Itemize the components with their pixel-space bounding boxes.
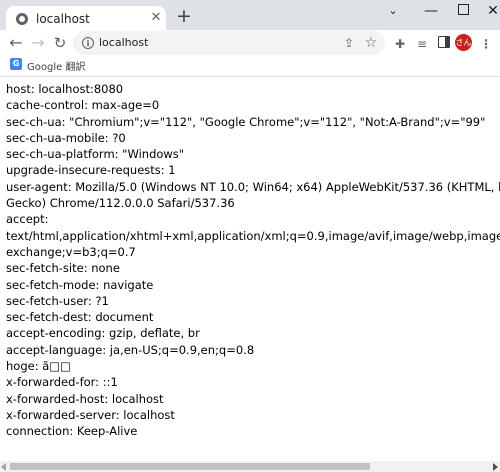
header-line: user-agent: Mozilla/5.0 (Windows NT 10.0… (6, 179, 500, 194)
header-line: sec-fetch-user: ?1 (6, 293, 109, 308)
google-translate-icon: G (10, 58, 22, 70)
header-line: connection: Keep-Alive (6, 424, 138, 439)
header-line: text/html,application/xhtml+xml,applicat… (6, 228, 500, 243)
reload-button[interactable]: ↻ (50, 33, 70, 53)
minimize-button[interactable]: — (414, 0, 448, 26)
tab-strip: localhost ✕ + ⌄ — ✕ (0, 0, 500, 34)
site-info-icon[interactable]: i (82, 37, 94, 49)
tab-title: localhost (36, 12, 90, 26)
headers-text: host: localhost:8080 cache-control: max-… (6, 81, 500, 440)
page-content: host: localhost:8080 cache-control: max-… (0, 77, 500, 461)
header-line: Gecko) Chrome/112.0.0.0 Safari/537.36 (6, 196, 235, 211)
forward-button[interactable]: → (28, 33, 48, 53)
header-line: upgrade-insecure-requests: 1 (6, 163, 176, 178)
header-line: cache-control: max-age=0 (6, 98, 160, 113)
back-button[interactable]: ← (6, 33, 26, 53)
header-line: exchange;v=b3;q=0.7 (6, 244, 136, 259)
tab-search-button[interactable]: ⌄ (376, 0, 410, 26)
header-line: sec-fetch-dest: document (6, 310, 154, 325)
header-line: accept-encoding: gzip, deflate, br (6, 326, 200, 341)
header-line: sec-ch-ua-platform: "Windows" (6, 147, 185, 162)
header-line: x-forwarded-host: localhost (6, 391, 164, 406)
globe-icon (16, 13, 28, 25)
scroll-right-arrow-icon[interactable] (493, 463, 498, 471)
maximize-button[interactable] (446, 0, 480, 26)
header-line: accept: (6, 212, 49, 227)
header-line: x-forwarded-for: ::1 (6, 375, 118, 390)
bookmarks-bar: G Google 翻訳 (0, 56, 500, 77)
scroll-left-arrow-icon[interactable] (1, 463, 6, 471)
header-line: sec-fetch-site: none (6, 261, 120, 276)
header-line: hoge: ã□□ (6, 359, 72, 374)
new-tab-button[interactable]: + (174, 6, 194, 26)
toolbar: ← → ↻ i localhost ⇪ ☆ ✚ ≡ さん ⋮ (0, 30, 500, 56)
address-bar[interactable]: i localhost ⇪ ☆ (73, 31, 385, 55)
extensions-icon[interactable]: ✚ (392, 36, 408, 52)
menu-icon[interactable]: ⋮ (478, 36, 494, 52)
bookmark-star-icon[interactable]: ☆ (363, 35, 379, 51)
close-window-button[interactable]: ✕ (476, 0, 500, 26)
side-panel-icon[interactable] (436, 36, 452, 52)
header-line: x-forwarded-server: localhost (6, 407, 175, 422)
header-line: sec-ch-ua-mobile: ?0 (6, 130, 126, 145)
horizontal-scrollbar[interactable] (0, 461, 500, 472)
profile-avatar[interactable]: さん (455, 34, 472, 51)
url-text[interactable]: localhost (99, 36, 148, 49)
scrollbar-thumb[interactable] (10, 463, 370, 470)
maximize-icon (457, 4, 469, 15)
share-icon[interactable]: ⇪ (341, 35, 357, 51)
header-line: sec-fetch-mode: navigate (6, 277, 154, 292)
tab-close-icon[interactable]: ✕ (148, 10, 164, 26)
header-line: accept-language: ja,en-US;q=0.9,en;q=0.8 (6, 342, 255, 357)
header-line: sec-ch-ua: "Chromium";v="112", "Google C… (6, 114, 486, 129)
media-control-icon[interactable]: ≡ (414, 36, 430, 52)
header-line: host: localhost:8080 (6, 82, 124, 96)
bookmark-google-translate[interactable]: Google 翻訳 (27, 58, 85, 73)
